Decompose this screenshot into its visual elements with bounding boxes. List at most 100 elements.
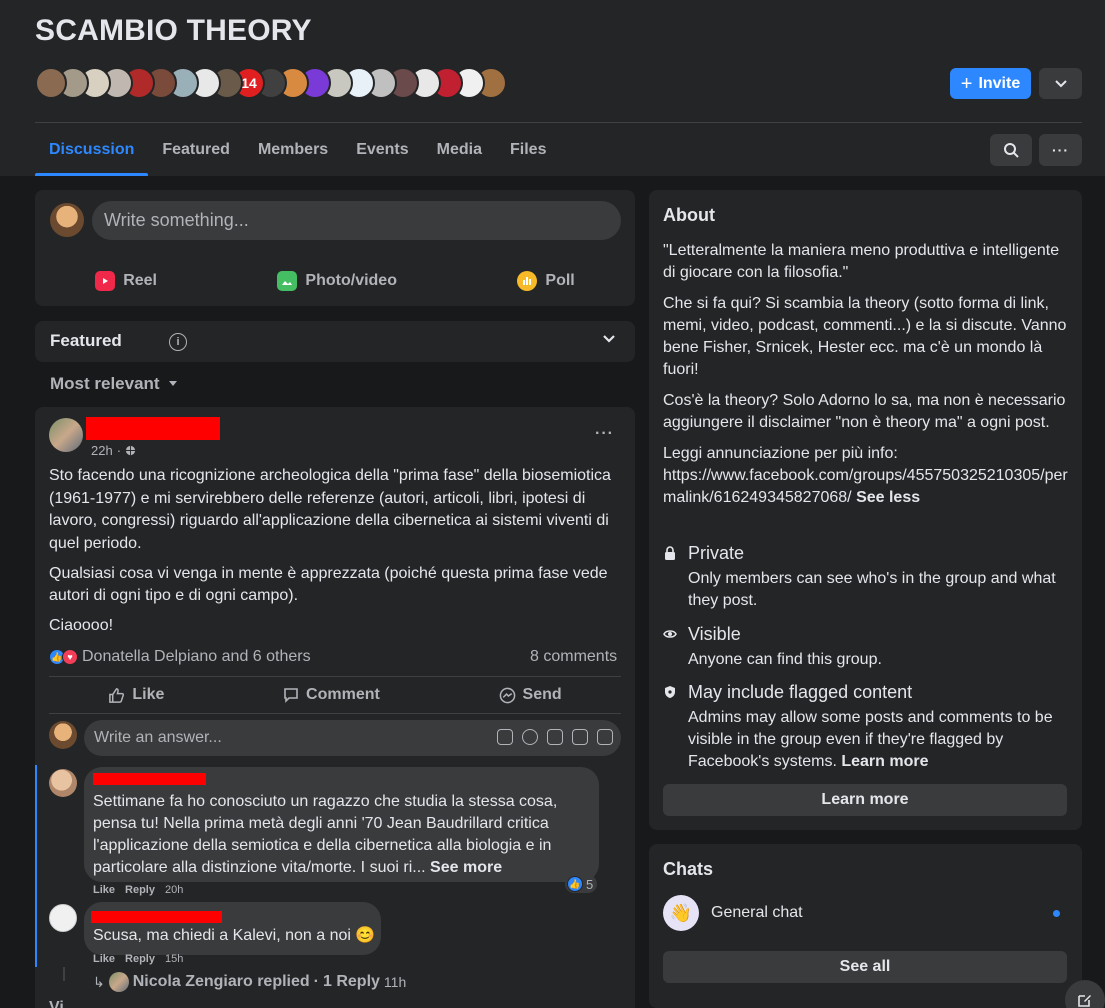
avatar[interactable] [49,418,83,452]
invite-button[interactable]: + Invite [950,68,1031,99]
chats-title: Chats [663,859,714,879]
comment-like-link[interactable]: Like [93,953,115,965]
group-tabs: Discussion Featured Members Events Media… [35,124,560,176]
about-card: About "Letteralmente la maniera meno pro… [649,190,1082,830]
post-paragraph: Ciaoooo! [49,617,114,634]
member-avatar[interactable] [35,67,67,99]
comment-meta: Like Reply 20h [93,884,183,896]
reel-button[interactable]: Reel [95,271,157,291]
comment-button[interactable]: Comment [283,686,380,704]
poll-button[interactable]: Poll [517,271,575,291]
comment-icon [284,688,298,703]
post-actions: Like Comment Send [49,677,621,713]
write-something-input[interactable]: Write something... [92,201,621,240]
avatar[interactable] [50,203,84,237]
thread-line [35,765,37,967]
reel-icon [95,271,116,291]
post-time[interactable]: 22h [91,443,113,458]
redacted-author-name [93,773,206,785]
reply-count: 1 Reply [323,973,380,990]
thumbs-up-icon [109,687,125,703]
send-button[interactable]: Send [499,686,562,704]
camera-icon[interactable] [547,729,563,745]
reactions-summary[interactable]: 👍 ♥ Donatella Delpiano and 6 others [49,648,311,666]
group-header: SCAMBIO THEORY 14 + Invite Discussion Fe… [0,0,1105,176]
avatar[interactable] [49,721,77,749]
like-reaction-icon: 👍 [567,876,583,892]
view-replies-link[interactable]: ↳ Nicola Zengiaro replied · 1 Reply 11h [93,972,406,992]
learn-more-button[interactable]: Learn more [663,784,1067,816]
avatar[interactable] [49,904,77,932]
emoji-icon[interactable] [522,729,538,745]
see-all-button[interactable]: See all [663,951,1067,983]
private-sub: Only members can see who's in the group … [688,570,1056,609]
tab-discussion[interactable]: Discussion [35,124,149,176]
post-composer: Write something... Reel Photo/video Poll [35,190,635,306]
info-icon[interactable]: i [169,333,187,351]
chat-item-label: General chat [711,904,803,921]
caret-down-icon [168,381,177,386]
comment-time[interactable]: 20h [165,884,183,896]
search-icon [1004,143,1019,158]
comment-text: Settimane fa ho conosciuto un ragazzo ch… [93,793,558,876]
avatar[interactable] [49,769,77,797]
view-more-comments[interactable]: Vi [49,999,64,1008]
see-less-link[interactable]: See less [856,489,920,506]
photo-icon [277,271,298,291]
private-title: Private [688,543,745,563]
visible-title: Visible [688,624,741,644]
answer-placeholder: Write an answer... [94,729,222,746]
comment-reply-link[interactable]: Reply [125,953,155,965]
see-more-link[interactable]: See more [430,859,502,876]
visible-sub: Anyone can find this group. [688,651,882,668]
tab-files[interactable]: Files [496,124,560,176]
tabs-more-button[interactable]: ··· [1039,134,1082,166]
answer-tools [497,729,613,745]
plus-icon: + [960,72,973,95]
photo-video-button[interactable]: Photo/video [277,271,397,291]
divider [49,713,621,714]
post: 22h · ··· Sto facendo una ricognizione a… [35,407,635,1008]
lock-icon [663,545,677,561]
chevron-down-icon[interactable] [602,332,616,346]
tab-media[interactable]: Media [423,124,496,176]
learn-more-link[interactable]: Learn more [841,753,928,770]
comment-label: Comment [306,686,380,703]
reply-time: 11h [383,974,407,990]
comment-reply-link[interactable]: Reply [125,884,155,896]
chevron-down-icon [1054,79,1067,87]
sticker-icon[interactable] [597,729,613,745]
comments-count[interactable]: 8 comments [530,648,617,666]
search-button[interactable] [990,134,1032,166]
reply-arrow-icon: ↳ [93,973,105,990]
tab-members[interactable]: Members [244,124,342,176]
avatar-sticker-icon[interactable] [497,729,513,745]
photo-video-label: Photo/video [305,272,397,289]
comment-time[interactable]: 15h [165,953,183,965]
chat-item-general[interactable]: 👋 General chat [663,895,1073,931]
like-button[interactable]: Like [108,686,164,704]
comment-bubble: Scusa, ma chiedi a Kalevi, non a noi 😊 [84,902,381,955]
write-answer-input[interactable]: Write an answer... [84,720,621,756]
poll-label: Poll [545,272,575,289]
new-message-button[interactable] [1065,980,1105,1008]
post-paragraph: Sto facendo una ricognizione archeologic… [49,467,611,552]
comment-like-link[interactable]: Like [93,884,115,896]
sort-dropdown[interactable]: Most relevant [50,374,178,394]
gif-icon[interactable] [572,729,588,745]
compose-icon [1078,995,1091,1007]
replied-name: Nicola Zengiaro replied [132,973,310,990]
featured-section[interactable]: Featured i [35,321,635,362]
comment-reaction-count[interactable]: 👍 5 [565,875,598,893]
more-options-button[interactable] [1039,68,1082,99]
tab-events[interactable]: Events [342,124,422,176]
header-divider [35,122,1082,123]
avatar [108,972,129,992]
tab-featured[interactable]: Featured [148,124,244,176]
shield-icon [663,684,677,700]
invite-label: Invite [978,74,1021,92]
post-options-button[interactable]: ··· [595,425,614,443]
about-description: "Letteralmente la maniera meno produttiv… [663,242,1068,506]
flagged-title: May include flagged content [688,682,913,702]
member-avatars[interactable]: 14 [35,67,507,99]
